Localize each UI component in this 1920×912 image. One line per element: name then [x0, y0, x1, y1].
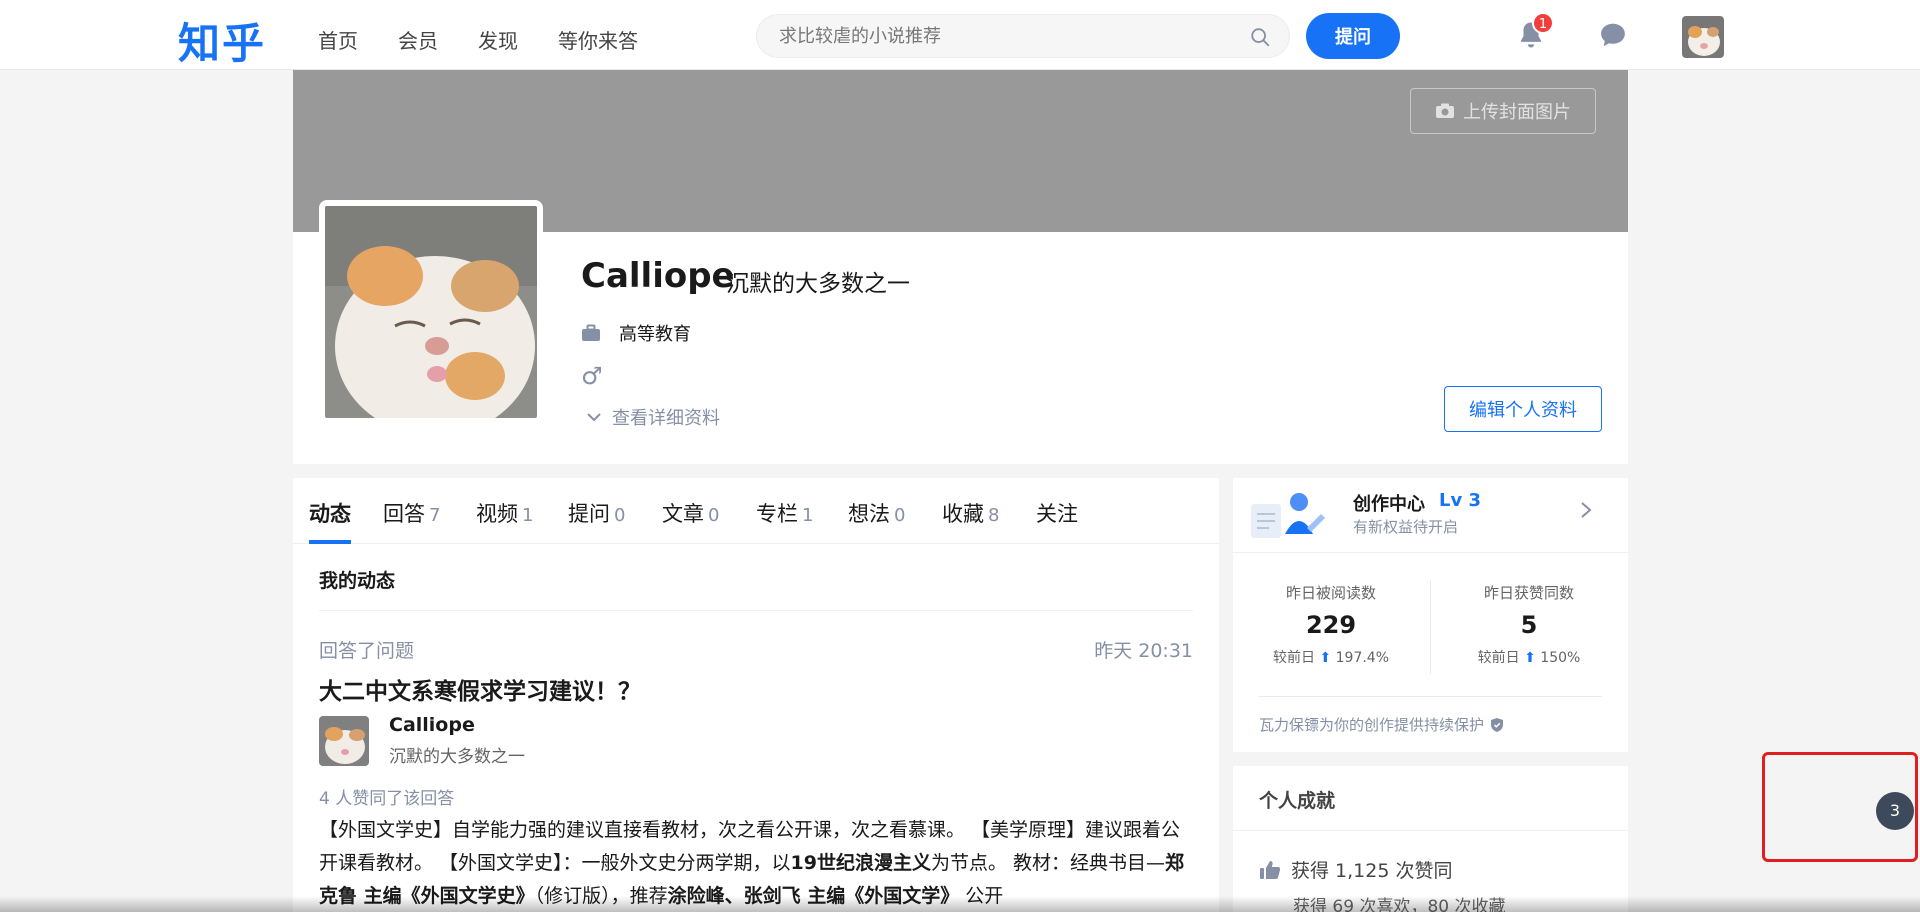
nav-waiting-answers[interactable]: 等你来答: [558, 25, 638, 54]
tab-collections[interactable]: 收藏 8: [942, 498, 999, 528]
industry-row: 高等教育: [581, 320, 691, 346]
feed-item-title[interactable]: 大二中文系寒假求学习建议！？: [319, 672, 641, 706]
vote-count-text: 4 人赞同了该回答: [319, 789, 455, 809]
author-name[interactable]: Calliope: [389, 714, 475, 736]
nav-membership[interactable]: 会员: [398, 25, 438, 54]
excerpt-bold-segment: 19世纪浪漫主义: [790, 852, 931, 874]
search-input[interactable]: [779, 23, 1219, 49]
feed-item-action: 回答了问题: [319, 640, 415, 662]
notification-count-badge: 1: [1532, 12, 1554, 34]
upload-cover-button[interactable]: 上传封面图片: [1410, 88, 1596, 134]
tab-questions[interactable]: 提问 0: [568, 498, 625, 528]
nav-discover[interactable]: 发现: [478, 25, 518, 54]
profile-avatar[interactable]: [319, 200, 543, 424]
achievements-card: 个人成就 获得 1,125 次赞同 获得 69 次喜欢，80 次收藏: [1233, 766, 1628, 912]
arrow-up-icon: ⬆: [1319, 650, 1332, 666]
achievements-title: 个人成就: [1259, 790, 1336, 812]
chevron-down-icon: [587, 413, 601, 422]
author-headline: 沉默的大多数之一: [389, 747, 525, 767]
profile-name: Calliope: [581, 256, 735, 296]
excerpt-segment: 为节点。 教材：经典书目—: [931, 852, 1166, 874]
tab-videos[interactable]: 视频 1: [476, 498, 533, 528]
search-box: [756, 14, 1290, 58]
creator-divider: [1233, 552, 1628, 553]
upvotes-achievement: 获得 1,125 次赞同: [1259, 856, 1452, 883]
stat-divider: [1430, 580, 1431, 674]
author-avatar[interactable]: [319, 716, 369, 766]
profile-headline: 沉默的大多数之一: [726, 271, 910, 297]
industry-text: 高等教育: [619, 324, 691, 345]
bottom-edge-shadow: [0, 896, 1920, 912]
protection-notice[interactable]: 瓦力保镖为你的创作提供持续保护: [1259, 714, 1504, 735]
view-details-label: 查看详细资料: [612, 408, 720, 429]
shield-icon: [1491, 717, 1504, 732]
zhihu-logo[interactable]: 知乎: [178, 10, 266, 71]
stat-yesterday-reads: 昨日被阅读数 229 较前日 ⬆ 197.4%: [1272, 584, 1390, 666]
feed-divider: [319, 610, 1193, 611]
achievements-divider: [1233, 830, 1628, 831]
user-avatar[interactable]: [1682, 16, 1724, 58]
tab-answers[interactable]: 回答 7: [383, 498, 440, 528]
messages-icon[interactable]: [1598, 20, 1628, 50]
tab-articles[interactable]: 文章 0: [662, 498, 719, 528]
top-nav-bar: 知乎 首页 会员 发现 等你来答 提问 1: [0, 0, 1920, 70]
tab-activity[interactable]: 动态: [309, 498, 351, 528]
feed-section-title: 我的动态: [319, 570, 396, 592]
ask-question-button[interactable]: 提问: [1306, 13, 1400, 59]
nav-home[interactable]: 首页: [318, 25, 358, 54]
activity-feed-card: 动态 回答 7 视频 1 提问 0 文章 0 专栏 1 想法 0 收藏 8 关注 我的动态 回…: [293, 478, 1219, 912]
feed-item-time: 昨天 20:31: [1094, 640, 1193, 662]
edit-profile-button[interactable]: 编辑个人资料: [1444, 386, 1602, 432]
briefcase-icon: [582, 324, 600, 341]
gender-row: ♂: [581, 362, 603, 390]
creator-subtitle: 有新权益待开启: [1353, 518, 1459, 536]
tab-columns[interactable]: 专栏 1: [756, 498, 813, 528]
stat-yesterday-upvotes: 昨日获赞同数 5 较前日 ⬆ 150%: [1477, 584, 1581, 666]
search-icon[interactable]: [1249, 26, 1271, 48]
profile-tabs: 动态 回答 7 视频 1 提问 0 文章 0 专栏 1 想法 0 收藏 8 关注: [293, 478, 1219, 544]
tab-pins[interactable]: 想法 0: [848, 498, 905, 528]
active-tab-indicator: [309, 540, 351, 544]
upload-cover-label: 上传封面图片: [1463, 102, 1571, 123]
creator-illustration-icon: [1251, 493, 1325, 538]
arrow-up-icon: ⬆: [1524, 650, 1536, 666]
camera-icon: [1436, 103, 1454, 118]
creator-level: Lv 3: [1439, 490, 1481, 511]
floating-count-badge[interactable]: 3: [1876, 792, 1914, 830]
chevron-right-icon[interactable]: [1578, 500, 1594, 520]
creator-center-card: 创作中心 Lv 3 有新权益待开启 昨日被阅读数 229 较前日 ⬆ 197.4…: [1233, 478, 1628, 752]
thumbs-up-icon: [1260, 860, 1281, 879]
creator-divider-2: [1259, 696, 1602, 697]
creator-center-title[interactable]: 创作中心: [1353, 490, 1425, 516]
view-details-link[interactable]: 查看详细资料: [586, 404, 720, 430]
tab-following[interactable]: 关注: [1036, 498, 1078, 528]
male-gender-icon: ♂: [581, 362, 603, 390]
